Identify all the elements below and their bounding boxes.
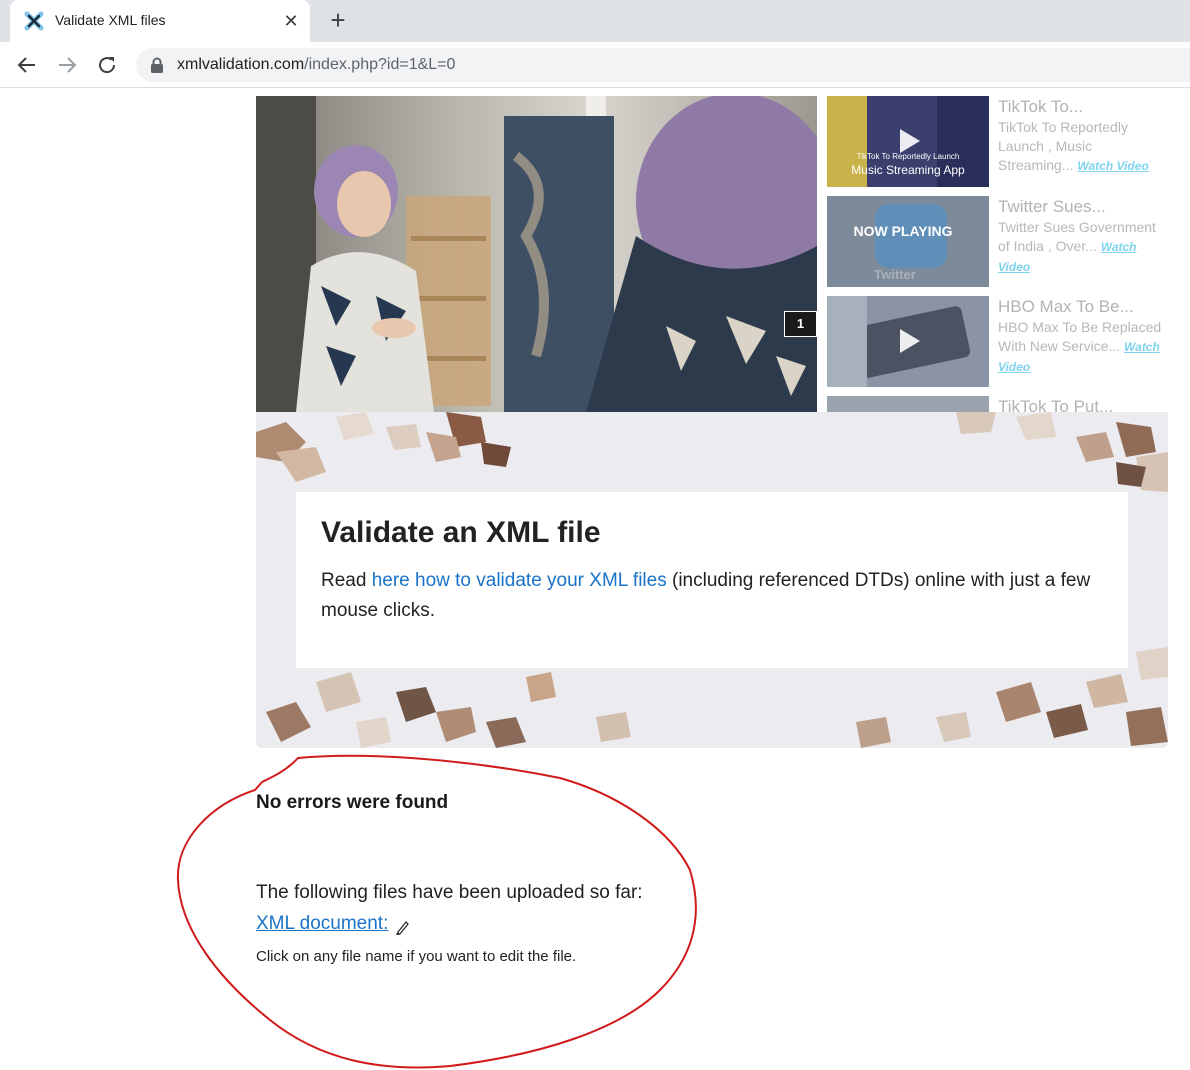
playlist-thumbnail[interactable]: TikTok To Reportedly Launch Music Stream…	[827, 96, 989, 187]
how-to-validate-link[interactable]: here how to validate your XML files	[372, 570, 667, 591]
playlist-item[interactable]: TikTok To Put...	[827, 396, 1168, 412]
close-icon[interactable]: ✕	[280, 10, 302, 32]
playlist-item-description: HBO Max To Be Replaced With New Service.…	[998, 318, 1168, 377]
url-text: xmlvalidation.com/index.php?id=1&L=0	[177, 56, 455, 74]
playlist-item-title[interactable]: TikTok To...	[998, 96, 1168, 118]
playlist-item-text: TikTok To... TikTok To Reportedly Launch…	[998, 96, 1168, 176]
video-player[interactable]	[256, 96, 817, 412]
uploaded-files-label: The following files have been uploaded s…	[256, 882, 643, 903]
browser-toolbar: xmlvalidation.com/index.php?id=1&L=0	[0, 42, 1190, 88]
playlist-item-description: TikTok To Reportedly Launch , Music Stre…	[998, 118, 1168, 176]
url-host: xmlvalidation.com	[177, 56, 305, 73]
playlist-thumbnail[interactable]: NOW PLAYING Twitter	[827, 196, 989, 287]
url-path: /index.php?id=1&L=0	[304, 56, 456, 73]
playlist-item[interactable]: HBO Max To Be... HBO Max To Be Replaced …	[827, 296, 1168, 388]
now-playing-label: NOW PLAYING	[853, 223, 953, 239]
forward-arrow-icon[interactable]	[55, 53, 79, 77]
edit-hint-text: Click on any file name if you want to ed…	[256, 948, 577, 965]
address-bar[interactable]: xmlvalidation.com/index.php?id=1&L=0	[136, 48, 1190, 82]
thumbnail-caption-small: TikTok To Reportedly Launch	[856, 152, 960, 161]
new-tab-button[interactable]: +	[326, 7, 350, 33]
slide-counter[interactable]: 1	[784, 311, 817, 337]
play-icon[interactable]	[893, 326, 923, 356]
reload-icon[interactable]	[95, 53, 119, 77]
playlist-thumbnail[interactable]	[827, 396, 989, 412]
playlist-item-text: Twitter Sues... Twitter Sues Government …	[998, 196, 1168, 277]
validation-result-heading: No errors were found	[256, 792, 449, 813]
thumbnail-image	[827, 396, 989, 412]
tab-title: Validate XML files	[55, 12, 166, 28]
edit-pencil-icon[interactable]	[395, 919, 409, 935]
xmlvalidation-favicon-icon	[24, 11, 44, 31]
thumbnail-caption-small: Twitter	[874, 267, 916, 282]
lock-icon[interactable]	[150, 57, 164, 73]
hero-card: Validate an XML file Read here how to va…	[296, 492, 1128, 668]
page-title: Validate an XML file	[321, 516, 601, 549]
playlist-item-title[interactable]: Twitter Sues...	[998, 196, 1168, 218]
playlist-item-text: TikTok To Put...	[998, 396, 1168, 412]
hero-description: Read here how to validate your XML files…	[321, 566, 1111, 626]
playlist-item-title[interactable]: TikTok To Put...	[998, 396, 1168, 412]
tab-strip: Validate XML files ✕ +	[0, 0, 1190, 42]
playlist-thumbnail[interactable]	[827, 296, 989, 387]
video-frame-image	[256, 96, 817, 412]
playlist-item[interactable]: NOW PLAYING Twitter Twitter Sues... Twit…	[827, 196, 1168, 288]
thumbnail-caption: Music Streaming App	[851, 163, 965, 177]
playlist-item-text: HBO Max To Be... HBO Max To Be Replaced …	[998, 296, 1168, 377]
playlist-item[interactable]: TikTok To Reportedly Launch Music Stream…	[827, 96, 1168, 188]
hero-text-before: Read	[321, 570, 372, 591]
playlist-item-description: Twitter Sues Government of India , Over.…	[998, 218, 1168, 277]
video-playlist: TikTok To Reportedly Launch Music Stream…	[827, 96, 1168, 412]
xml-document-link[interactable]: XML document:	[256, 913, 388, 935]
back-arrow-icon[interactable]	[15, 53, 39, 77]
watch-video-link[interactable]: Watch Video	[1077, 159, 1148, 173]
active-tab[interactable]: Validate XML files ✕	[10, 0, 310, 42]
playlist-item-title[interactable]: HBO Max To Be...	[998, 296, 1168, 318]
